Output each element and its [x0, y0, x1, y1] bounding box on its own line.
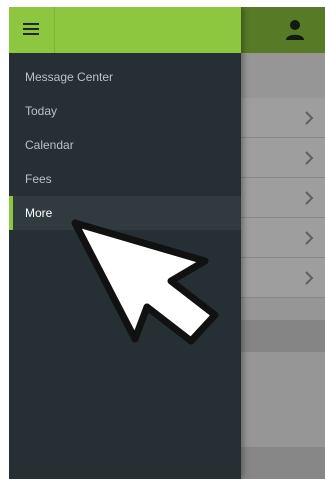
nav-item-label: More — [25, 206, 53, 220]
nav-item-calendar[interactable]: Calendar — [9, 128, 241, 162]
nav-item-label: Calendar — [25, 138, 74, 152]
nav-item-message-center[interactable]: Message Center — [9, 60, 241, 94]
nav-item-fees[interactable]: Fees — [9, 162, 241, 196]
hamburger-menu-icon — [23, 23, 39, 35]
nav-item-today[interactable]: Today — [9, 94, 241, 128]
arrow-cursor-icon — [71, 219, 219, 345]
drawer-header — [9, 7, 241, 53]
menu-button[interactable] — [9, 7, 55, 53]
nav-item-label: Message Center — [25, 70, 114, 84]
app-screen: Message Center Today Calendar Fees More — [9, 7, 325, 479]
nav-item-label: Fees — [25, 172, 52, 186]
nav-item-label: Today — [25, 104, 58, 118]
